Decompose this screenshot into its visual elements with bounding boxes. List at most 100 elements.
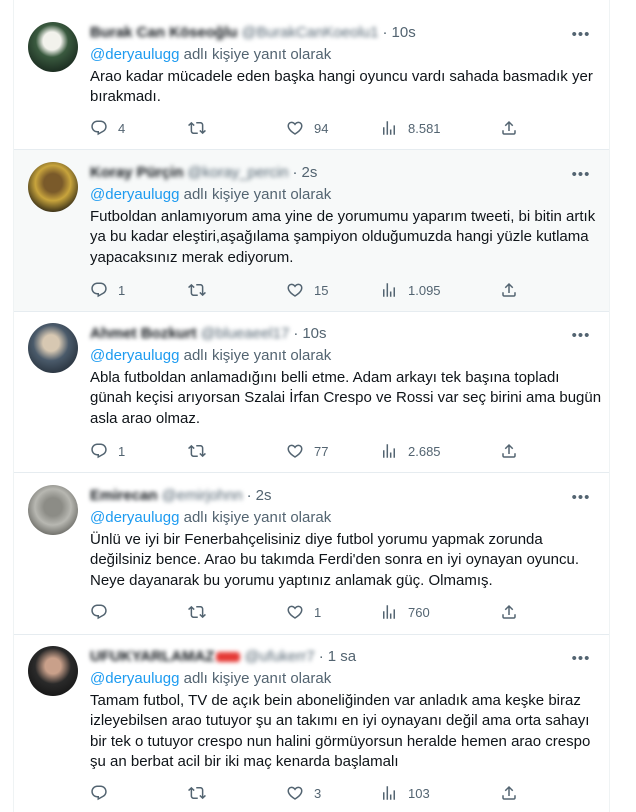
views-button[interactable]: 1.095 xyxy=(380,280,441,300)
display-name[interactable]: Emirecan xyxy=(90,487,158,504)
like-button[interactable]: 15 xyxy=(286,280,328,300)
tweet-header: Ahmet Bozkurt @blueaeel17 · 10s xyxy=(90,325,327,342)
reply-mention-link[interactable]: @deryaulugg xyxy=(90,186,179,203)
reply-icon xyxy=(91,120,107,136)
view-count: 103 xyxy=(408,785,430,801)
more-options-icon[interactable]: ••• xyxy=(571,328,591,343)
view-count: 8.581 xyxy=(408,120,441,136)
tweet-text: Arao kadar mücadele eden başka hangi oyu… xyxy=(90,68,593,106)
reply-icon xyxy=(91,604,107,620)
avatar[interactable] xyxy=(28,485,78,535)
view-count: 760 xyxy=(408,604,430,620)
more-options-icon[interactable]: ••• xyxy=(571,167,591,182)
tweet[interactable]: Ahmet Bozkurt @blueaeel17 · 10s ••• @der… xyxy=(14,312,609,473)
timestamp[interactable]: 2s xyxy=(301,164,317,181)
retweet-button[interactable] xyxy=(188,602,216,622)
view-count: 2.685 xyxy=(408,443,441,459)
display-name[interactable]: Ahmet Bozkurt xyxy=(90,325,197,342)
reply-prefix-text: adlı kişiye yanıt olarak xyxy=(183,46,332,63)
reply-button[interactable]: 1 xyxy=(90,280,125,300)
views-button[interactable]: 103 xyxy=(380,783,430,803)
share-button[interactable] xyxy=(500,441,518,461)
display-name[interactable]: UFUKYARLAMAZ xyxy=(90,648,214,665)
reply-button[interactable]: 4 xyxy=(90,118,125,138)
share-button[interactable] xyxy=(500,280,518,300)
views-button[interactable]: 760 xyxy=(380,602,430,622)
like-button[interactable]: 77 xyxy=(286,441,328,461)
reply-button[interactable] xyxy=(90,783,118,803)
share-icon xyxy=(502,785,516,800)
tweet[interactable]: UFUKYARLAMAZ @ufukerr7 · 1 sa ••• @derya… xyxy=(14,635,609,812)
heart-icon xyxy=(287,444,303,458)
separator-dot: · xyxy=(382,24,388,41)
retweet-button[interactable] xyxy=(188,280,216,300)
tweet-text: Abla futboldan anlamadığını belli etme. … xyxy=(90,369,602,427)
replying-to: @deryaulugg adlı kişiye yanıt olarak xyxy=(90,347,331,364)
separator-dot: · xyxy=(293,325,299,342)
timestamp[interactable]: 10s xyxy=(302,325,326,342)
like-count: 94 xyxy=(314,120,329,136)
avatar[interactable] xyxy=(28,323,78,373)
more-options-icon[interactable]: ••• xyxy=(571,651,591,666)
reply-button[interactable]: 1 xyxy=(90,441,125,461)
share-icon xyxy=(502,604,516,619)
retweet-button[interactable] xyxy=(188,441,216,461)
replying-to: @deryaulugg adlı kişiye yanıt olarak xyxy=(90,186,331,203)
timestamp[interactable]: 2s xyxy=(256,487,272,504)
avatar[interactable] xyxy=(28,646,78,696)
share-button[interactable] xyxy=(500,118,518,138)
share-icon xyxy=(502,120,516,135)
replying-to: @deryaulugg adlı kişiye yanıt olarak xyxy=(90,509,331,526)
more-options-icon[interactable]: ••• xyxy=(571,490,591,505)
views-button[interactable]: 8.581 xyxy=(380,118,441,138)
heart-icon xyxy=(287,786,303,800)
heart-icon xyxy=(287,283,303,297)
like-count: 77 xyxy=(314,443,329,459)
user-handle[interactable]: @koray_percin xyxy=(187,164,288,181)
like-button[interactable]: 1 xyxy=(286,602,321,622)
tweet-text: Futboldan anlamıyorum ama yine de yorumu… xyxy=(90,208,596,266)
reply-mention-link[interactable]: @deryaulugg xyxy=(90,347,179,364)
tweet[interactable]: Emirecan @emirjohnn · 2s ••• @deryaulugg… xyxy=(14,473,609,635)
like-button[interactable]: 3 xyxy=(286,783,321,803)
reply-icon xyxy=(91,785,107,801)
timestamp[interactable]: 10s xyxy=(392,24,416,41)
display-name[interactable]: Koray Pürçin xyxy=(90,164,183,181)
reply-feed: Burak Can Köseoğlu @BurakCanKoeolu1 · 10… xyxy=(13,0,610,812)
tweet-text: Ünlü ve iyi bir Fenerbahçelisiniz diye f… xyxy=(90,531,579,589)
share-button[interactable] xyxy=(500,602,518,622)
reply-mention-link[interactable]: @deryaulugg xyxy=(90,670,179,687)
tweet-actions: 1 760 xyxy=(90,602,530,622)
retweet-button[interactable] xyxy=(188,783,216,803)
analytics-icon xyxy=(383,786,395,800)
reply-mention-link[interactable]: @deryaulugg xyxy=(90,46,179,63)
tweet[interactable]: Koray Pürçin @koray_percin · 2s ••• @der… xyxy=(14,150,609,312)
retweet-icon xyxy=(188,121,206,135)
like-button[interactable]: 94 xyxy=(286,118,328,138)
share-button[interactable] xyxy=(500,783,518,803)
retweet-icon xyxy=(188,786,206,800)
heart-icon xyxy=(287,121,303,135)
user-handle[interactable]: @blueaeel17 xyxy=(201,325,290,342)
share-icon xyxy=(502,443,516,458)
user-handle[interactable]: @BurakCanKoeolu1 xyxy=(242,24,379,41)
reply-count: 4 xyxy=(118,120,126,136)
tweet-header: UFUKYARLAMAZ @ufukerr7 · 1 sa xyxy=(90,648,356,665)
analytics-icon xyxy=(383,444,395,458)
more-options-icon[interactable]: ••• xyxy=(571,27,591,42)
tweet-actions: 1 77 2.685 xyxy=(90,441,530,461)
avatar[interactable] xyxy=(28,162,78,212)
reply-icon xyxy=(91,443,107,459)
retweet-icon xyxy=(188,605,206,619)
user-handle[interactable]: @emirjohnn xyxy=(162,487,243,504)
user-handle[interactable]: @ufukerr7 xyxy=(244,648,314,665)
reply-mention-link[interactable]: @deryaulugg xyxy=(90,509,179,526)
tweet[interactable]: Burak Can Köseoğlu @BurakCanKoeolu1 · 10… xyxy=(14,0,609,150)
avatar[interactable] xyxy=(28,22,78,72)
timestamp[interactable]: 1 sa xyxy=(328,648,356,665)
views-button[interactable]: 2.685 xyxy=(380,441,441,461)
tweet-header: Koray Pürçin @koray_percin · 2s xyxy=(90,164,317,181)
display-name[interactable]: Burak Can Köseoğlu xyxy=(90,24,238,41)
reply-button[interactable] xyxy=(90,602,118,622)
retweet-button[interactable] xyxy=(188,118,216,138)
